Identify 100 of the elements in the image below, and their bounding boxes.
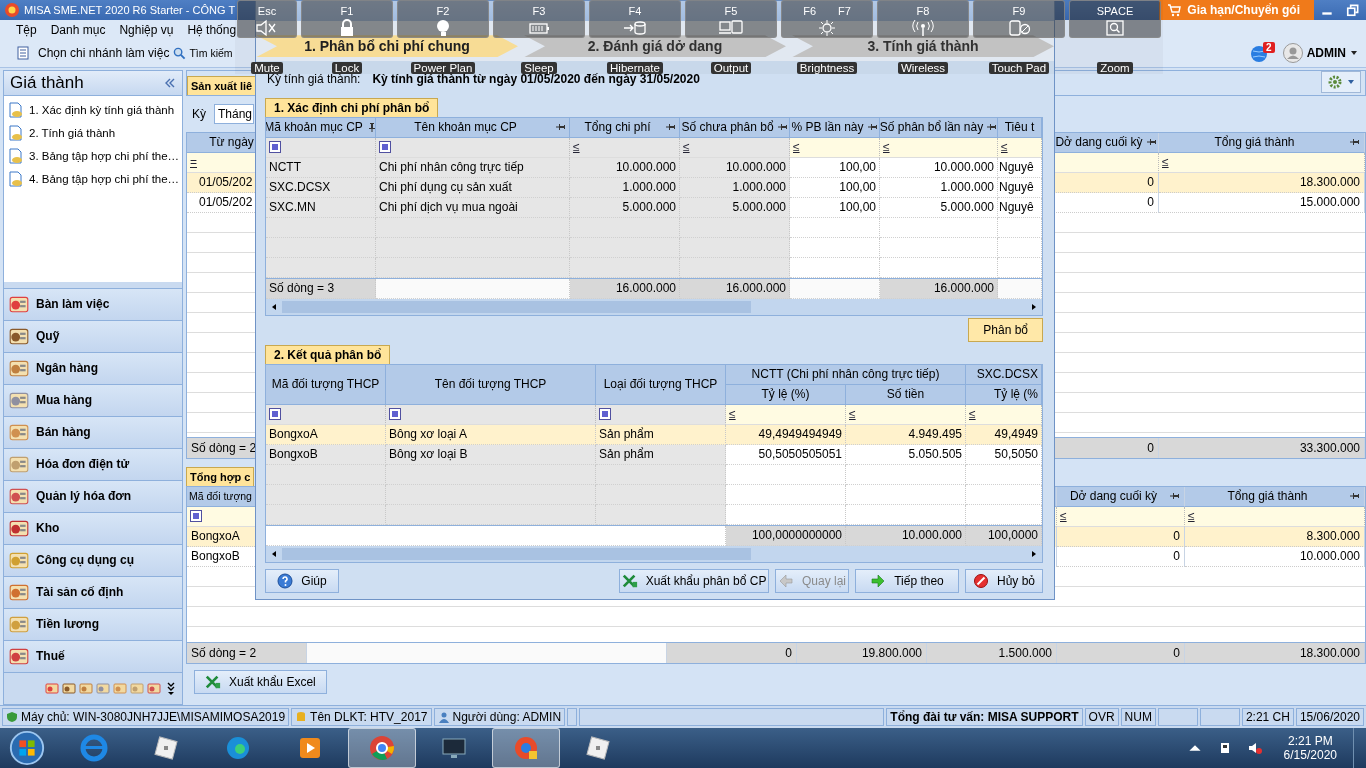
filter-cell[interactable]: ≤ (1185, 506, 1365, 527)
function-key[interactable]: F5 (685, 0, 777, 38)
function-key[interactable]: SPACE (1069, 0, 1161, 38)
column-header[interactable]: Mã đối tượng THCP (266, 364, 386, 405)
filter-operator[interactable]: ≤ (1060, 509, 1067, 524)
module-button[interactable]: Tài sản cố định (4, 576, 182, 609)
table-row[interactable]: BongxoB Bông xơ loại B Sản phẩm 50,5050505051 5.050.505 50,5050 (266, 444, 1042, 465)
function-key[interactable]: F6 F7 (781, 0, 873, 38)
module-button[interactable]: Kho (4, 512, 182, 545)
filter-operator[interactable]: ≤ (969, 407, 976, 422)
help-button[interactable]: Giúp (265, 568, 339, 593)
total-cell: 10.000.000 (846, 525, 966, 546)
branch-button[interactable]: Chọn chi nhánh làm việc (38, 46, 170, 61)
period-select[interactable]: Tháng (214, 103, 254, 124)
filter-cell[interactable]: ≤ (726, 404, 846, 425)
column-header[interactable]: Mã khoản mục CP (266, 117, 376, 138)
module-button[interactable]: Bán hàng (4, 416, 182, 449)
table-cell[interactable]: 8.300.000 (1185, 526, 1365, 547)
module-button[interactable]: Tiền lương (4, 608, 182, 641)
section-tab[interactable]: 2. Kết quả phân bổ (265, 344, 391, 364)
filter-operator[interactable]: ≤ (793, 140, 800, 155)
module-button[interactable]: Công cụ dụng cụ (4, 544, 182, 577)
allocate-button[interactable]: Phân bổ (968, 318, 1043, 343)
module-button[interactable]: Quỹ (4, 320, 182, 353)
table-cell[interactable]: 10.000.000 (1185, 546, 1365, 567)
filter-operator[interactable]: ≤ (1001, 140, 1008, 155)
column-header[interactable]: Số phân bổ lần này (880, 117, 998, 138)
table-cell: SXC.MN (266, 197, 376, 218)
export-excel-button[interactable]: Xuất khẩu Excel (194, 669, 327, 694)
filter-cell[interactable]: ≤ (790, 137, 880, 158)
function-key[interactable]: F8 (877, 0, 969, 38)
table-cell[interactable]: 18.300.000 (1159, 172, 1365, 193)
column-header[interactable]: Tiêu t (998, 117, 1042, 138)
support-status: Tổng đài tư vấn: MISA SUPPORT (886, 708, 1083, 726)
column-header[interactable]: Tổng chi phí (570, 117, 680, 138)
table-cell[interactable]: 15.000.000 (1159, 192, 1365, 213)
panel-tab[interactable]: Sản xuất liê (187, 75, 257, 95)
filter-operator[interactable]: ≤ (1162, 155, 1169, 170)
module-button[interactable]: Quản lý hóa đơn (4, 480, 182, 513)
sidebar-item[interactable]: 4. Bảng tập hợp chi phí the… (29, 173, 180, 186)
column-header[interactable]: Tổng giá thành (1159, 132, 1365, 153)
sidebar-item[interactable]: 2. Tính giá thành (29, 127, 116, 140)
panel-tab[interactable]: Tổng hợp c (186, 466, 255, 486)
search-field[interactable]: Tìm kiếm (189, 47, 234, 60)
wizard-step[interactable]: 3. Tính giá thành (792, 35, 1054, 58)
column-header[interactable]: Tỷ lệ (% (966, 384, 1042, 405)
filter-cell[interactable]: ≤ (966, 404, 1042, 425)
module-button[interactable]: Mua hàng (4, 384, 182, 417)
column-header[interactable]: Số chưa phân bổ (680, 117, 790, 138)
export-button[interactable]: Xuất khẩu phân bổ CP (619, 568, 769, 593)
module-button[interactable]: Thuế (4, 640, 182, 673)
filter-operator[interactable]: ≤ (683, 140, 690, 155)
column-header[interactable]: Tỷ lệ (%) (726, 384, 846, 405)
filter-operator[interactable]: ≤ (849, 407, 856, 422)
cancel-button[interactable]: Hủy bỏ (965, 568, 1043, 593)
filter-cell[interactable]: ≤ (880, 137, 998, 158)
module-button[interactable]: Hóa đơn điện tử (4, 448, 182, 481)
module-button[interactable]: Ngân hàng (4, 352, 182, 385)
function-key[interactable]: F9 (973, 0, 1065, 38)
filter-cell[interactable]: ≤ (680, 137, 790, 158)
filter-operator[interactable]: ≤ (729, 407, 736, 422)
column-header[interactable]: Dở dang cuối kỳ (1054, 132, 1159, 153)
menu-item[interactable]: Danh mục (50, 23, 106, 37)
table-cell[interactable]: 0 (1057, 526, 1185, 547)
function-key[interactable]: F2 (397, 0, 489, 38)
table-cell: 49,4949 (966, 424, 1042, 445)
column-header[interactable]: % PB lần này (790, 117, 880, 138)
column-header[interactable]: Số tiền (846, 384, 966, 405)
table-cell[interactable]: 0 (1057, 546, 1185, 567)
sidebar-item[interactable]: 3. Bảng tập hợp chi phí the… (29, 150, 180, 163)
table-row[interactable]: BongxoA Bông xơ loại A Sản phẩm 49,4949494949 4.949.495 49,4949 (266, 424, 1042, 445)
function-key[interactable]: F1 (301, 0, 393, 38)
module-button[interactable]: Bàn làm việc (4, 288, 182, 321)
wizard-step[interactable]: 1. Phân bổ chi phí chung (256, 35, 518, 58)
wizard-step[interactable]: 2. Đánh giá dở dang (524, 35, 786, 58)
menu-item[interactable]: Nghiệp vụ (119, 23, 174, 37)
menu-item[interactable]: Tệp (16, 23, 37, 37)
menu-item[interactable]: Hệ thống (187, 23, 237, 37)
section-tab[interactable]: 1. Xác định chi phí phân bổ (265, 97, 439, 117)
filter-operator[interactable]: ≤ (573, 140, 580, 155)
filter-cell[interactable]: ≤ (570, 137, 680, 158)
filter-cell[interactable]: ≤ (1057, 506, 1185, 527)
filter-cell[interactable]: ≤ (998, 137, 1042, 158)
function-key[interactable]: F4 (589, 0, 681, 38)
function-key[interactable]: F3 (493, 0, 585, 38)
column-header[interactable]: Tổng giá thành (1185, 486, 1365, 507)
sidebar-item[interactable]: 1. Xác định kỳ tính giá thành (29, 104, 175, 117)
column-header[interactable]: Dở dang cuối kỳ (1057, 486, 1185, 507)
function-key[interactable]: Esc (237, 0, 297, 38)
user-menu[interactable]: ADMIN (1306, 46, 1346, 61)
filter-operator[interactable]: ≤ (1188, 509, 1195, 524)
column-header[interactable]: Loại đối tượng THCP (596, 364, 726, 405)
filter-operator[interactable]: ≤ (883, 140, 890, 155)
filter-cell[interactable]: ≤ (1159, 152, 1365, 173)
column-header[interactable]: Tên khoản mục CP (376, 117, 570, 138)
column-header[interactable]: Tên đối tượng THCP (386, 364, 596, 405)
filter-cell[interactable]: ≤ (846, 404, 966, 425)
header-text: Từ ngày (208, 135, 255, 150)
filter-operator[interactable]: = (190, 155, 197, 170)
next-button[interactable]: Tiếp theo (855, 568, 959, 593)
